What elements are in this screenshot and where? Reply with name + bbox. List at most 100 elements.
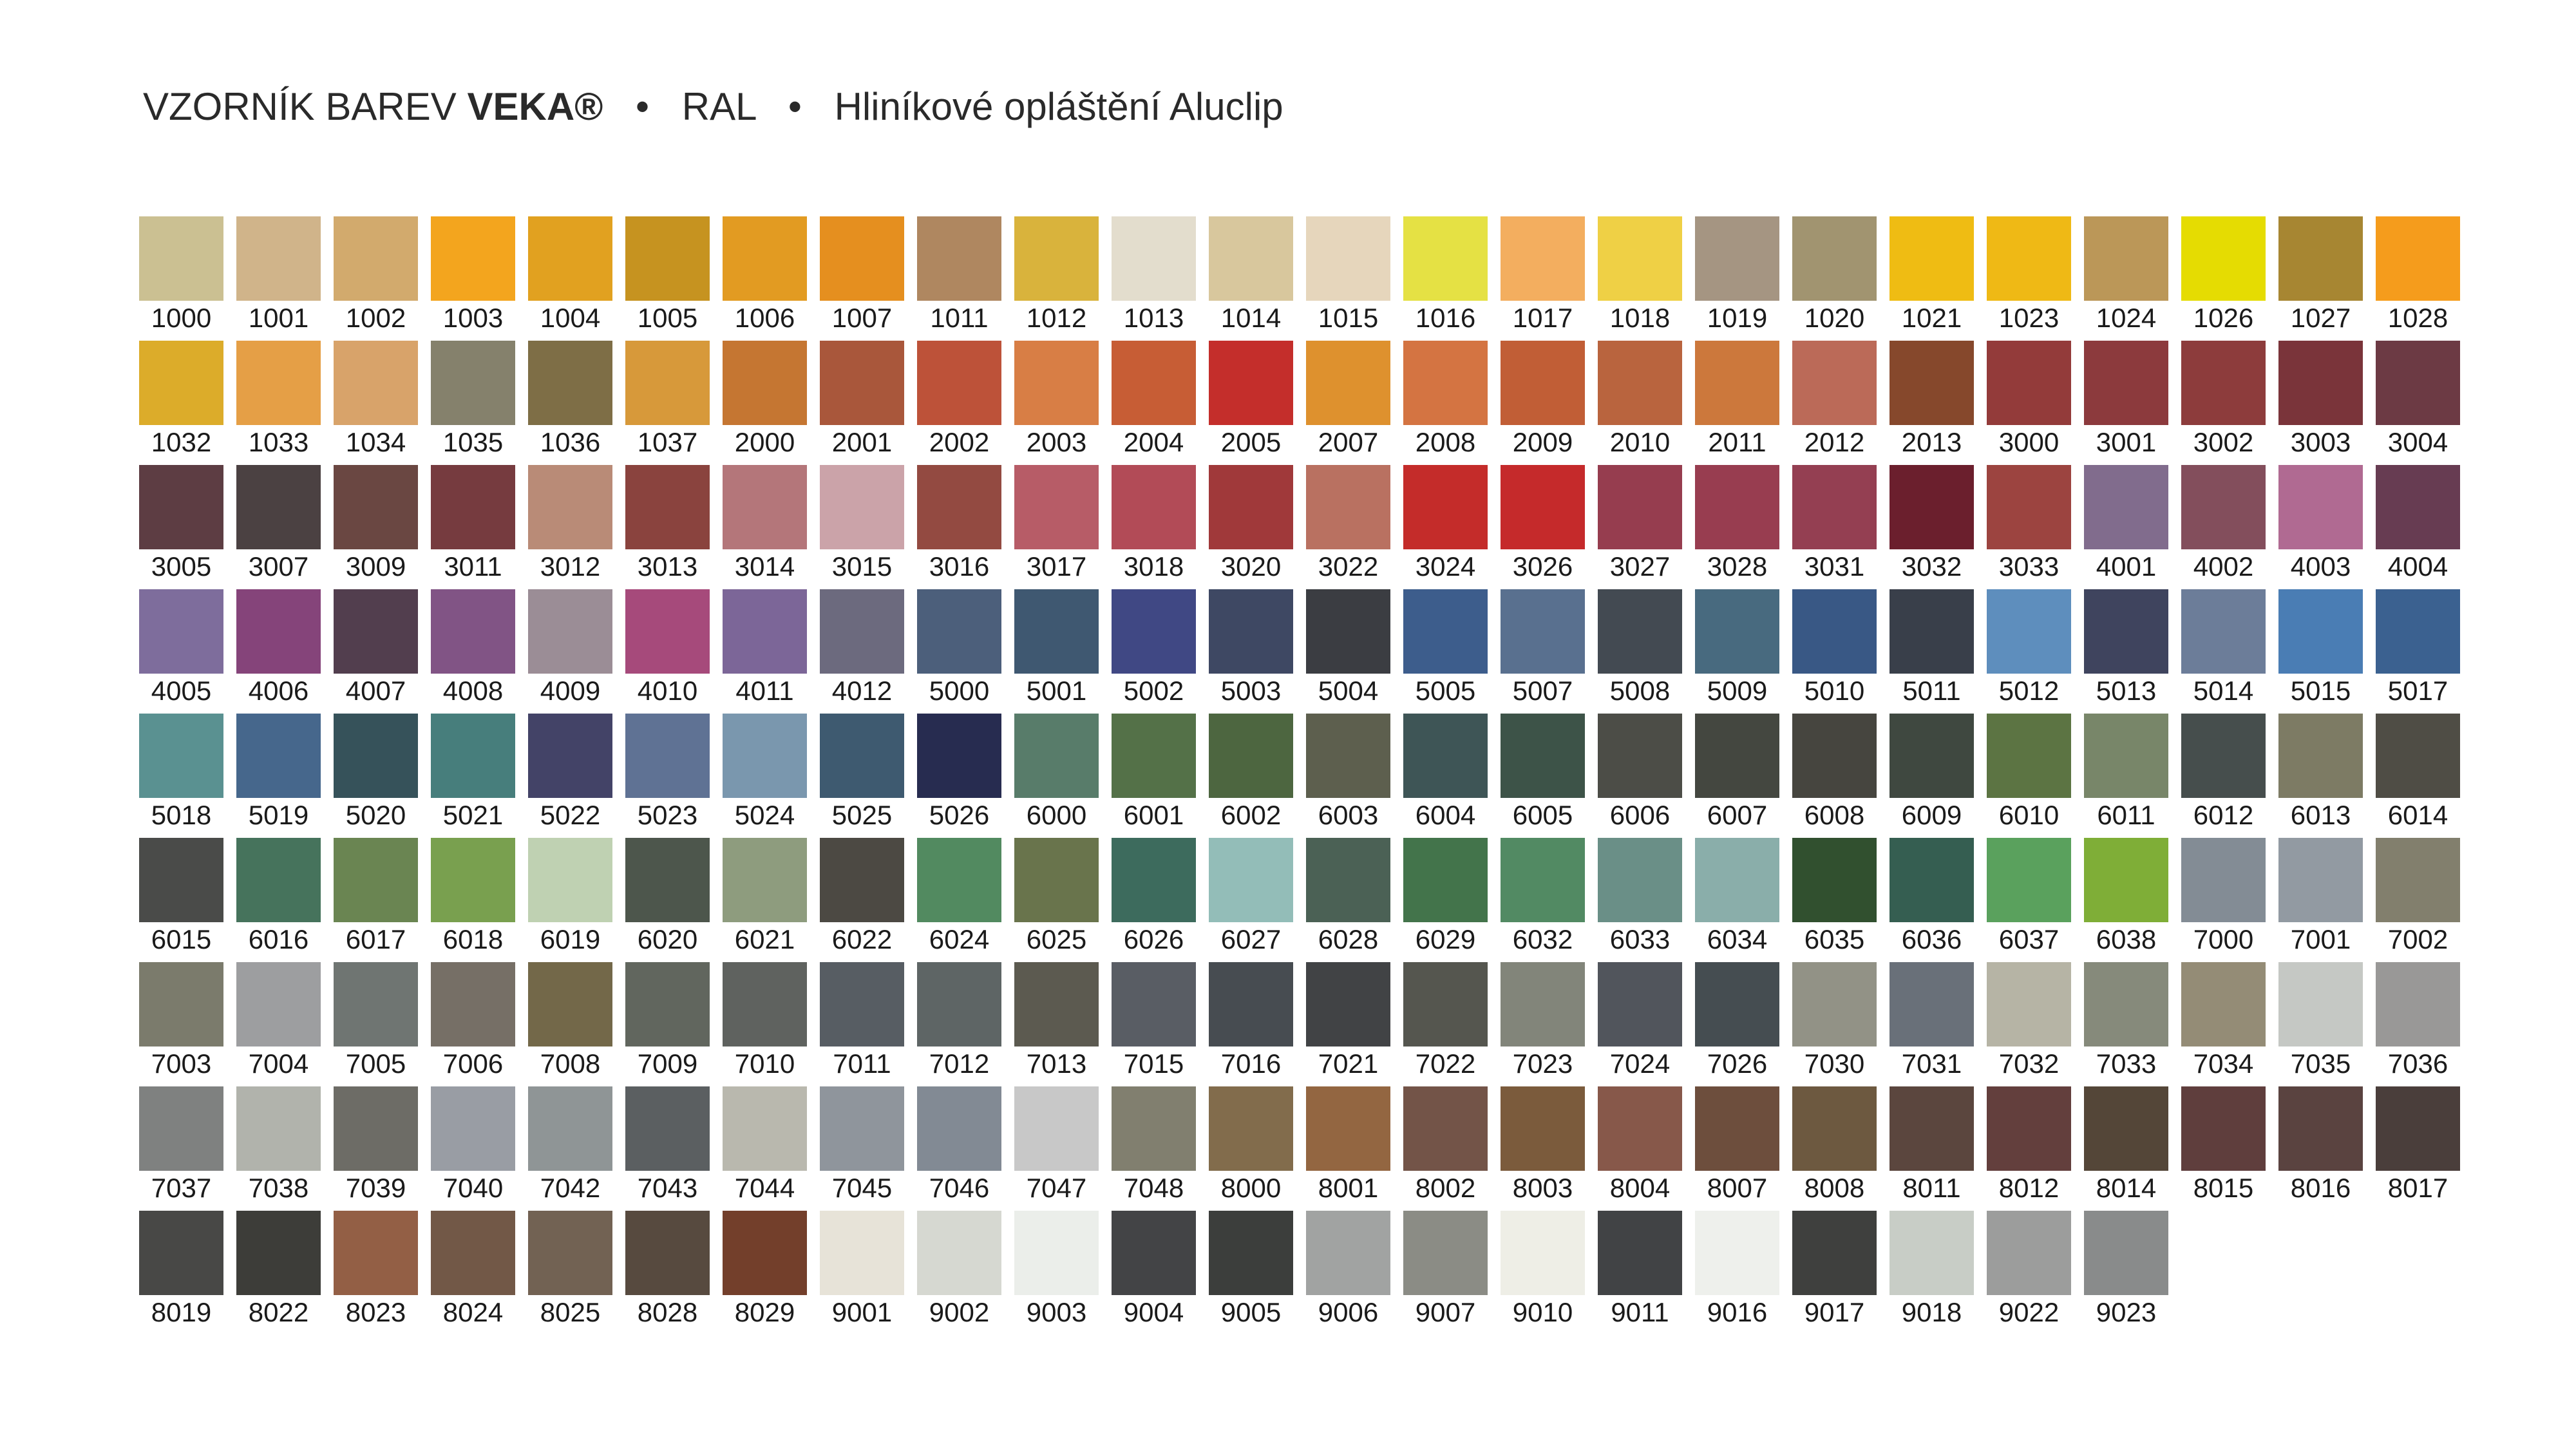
color-chip: 7000 bbox=[2181, 838, 2266, 962]
color-chip: 1032 bbox=[139, 341, 223, 465]
color-code: 1036 bbox=[540, 427, 601, 457]
color-chip: 5018 bbox=[139, 714, 223, 838]
color-code: 2009 bbox=[1512, 427, 1573, 457]
color-chip: 1000 bbox=[139, 216, 223, 341]
color-chip: 3003 bbox=[2278, 341, 2363, 465]
color-swatch bbox=[1014, 341, 1099, 425]
color-code: 1021 bbox=[1901, 303, 1962, 333]
color-chip: 7001 bbox=[2278, 838, 2363, 962]
color-code: 6018 bbox=[442, 924, 504, 954]
color-swatch bbox=[431, 714, 515, 798]
color-code: 8023 bbox=[345, 1297, 406, 1327]
color-swatch bbox=[1403, 1086, 1488, 1171]
color-swatch bbox=[2181, 465, 2266, 549]
color-code: 1024 bbox=[2096, 303, 2157, 333]
color-chip: 6021 bbox=[723, 838, 807, 962]
color-chip: 7002 bbox=[2376, 838, 2460, 962]
color-chip: 1007 bbox=[820, 216, 904, 341]
color-code: 3015 bbox=[831, 551, 893, 582]
color-chip: 2013 bbox=[1889, 341, 1974, 465]
color-chip: 3014 bbox=[723, 465, 807, 589]
color-chip: 5003 bbox=[1209, 589, 1293, 714]
color-swatch bbox=[723, 714, 807, 798]
color-chip: 4012 bbox=[820, 589, 904, 714]
color-code: 1035 bbox=[442, 427, 504, 457]
color-code: 1001 bbox=[248, 303, 309, 333]
color-swatch bbox=[1403, 838, 1488, 922]
color-code: 7002 bbox=[2387, 924, 2448, 954]
color-chip: 4010 bbox=[625, 589, 710, 714]
color-swatch bbox=[1403, 962, 1488, 1046]
color-code: 7022 bbox=[1415, 1048, 1476, 1079]
color-swatch bbox=[1987, 714, 2071, 798]
color-swatch bbox=[1403, 1211, 1488, 1295]
color-swatch bbox=[236, 341, 321, 425]
color-chip: 6006 bbox=[1598, 714, 1682, 838]
color-code: 6017 bbox=[345, 924, 406, 954]
color-code: 5022 bbox=[540, 800, 601, 830]
color-system: RAL bbox=[681, 85, 756, 128]
color-chip: 5013 bbox=[2084, 589, 2168, 714]
color-swatch bbox=[1987, 216, 2071, 301]
color-chip: 7015 bbox=[1112, 962, 1196, 1086]
color-code: 1013 bbox=[1123, 303, 1184, 333]
color-chip: 7005 bbox=[334, 962, 418, 1086]
color-chip: 8022 bbox=[236, 1211, 321, 1335]
color-chip: 7011 bbox=[820, 962, 904, 1086]
color-swatch bbox=[1987, 465, 2071, 549]
color-code: 1023 bbox=[1998, 303, 2060, 333]
color-chip: 8004 bbox=[1598, 1086, 1682, 1211]
color-chip: 4006 bbox=[236, 589, 321, 714]
color-swatch bbox=[1889, 1086, 1974, 1171]
color-chip: 7047 bbox=[1014, 1086, 1099, 1211]
color-chip: 9006 bbox=[1306, 1211, 1390, 1335]
color-code: 5025 bbox=[831, 800, 893, 830]
color-code: 2004 bbox=[1123, 427, 1184, 457]
color-code: 7023 bbox=[1512, 1048, 1573, 1079]
color-swatch bbox=[334, 714, 418, 798]
color-chip: 6012 bbox=[2181, 714, 2266, 838]
color-chip: 2003 bbox=[1014, 341, 1099, 465]
color-chip: 4005 bbox=[139, 589, 223, 714]
color-chip: 2000 bbox=[723, 341, 807, 465]
color-code: 2011 bbox=[1708, 427, 1766, 457]
color-swatch bbox=[139, 1211, 223, 1295]
color-chip: 6028 bbox=[1306, 838, 1390, 962]
color-chip: 7026 bbox=[1695, 962, 1779, 1086]
color-chip: 9005 bbox=[1209, 1211, 1293, 1335]
color-code: 7042 bbox=[540, 1173, 601, 1203]
color-swatch bbox=[1112, 216, 1196, 301]
color-code: 5012 bbox=[1998, 676, 2060, 706]
color-code: 3014 bbox=[734, 551, 795, 582]
product-name: Hliníkové opláštění Aluclip bbox=[834, 85, 1283, 128]
color-code: 9005 bbox=[1220, 1297, 1282, 1327]
color-chip: 4007 bbox=[334, 589, 418, 714]
color-swatch bbox=[917, 341, 1001, 425]
color-swatch bbox=[1598, 341, 1682, 425]
color-swatch bbox=[431, 589, 515, 674]
color-swatch bbox=[528, 341, 612, 425]
color-chip: 1015 bbox=[1306, 216, 1390, 341]
color-code: 5020 bbox=[345, 800, 406, 830]
color-chip: 3004 bbox=[2376, 341, 2460, 465]
color-code: 9002 bbox=[929, 1297, 990, 1327]
color-code: 5002 bbox=[1123, 676, 1184, 706]
color-code: 8017 bbox=[2387, 1173, 2448, 1203]
color-chip: 7013 bbox=[1014, 962, 1099, 1086]
color-swatch bbox=[2181, 341, 2266, 425]
color-code: 9011 bbox=[1611, 1297, 1669, 1327]
page-title: VZORNÍK BAREV VEKA® • RAL • Hliníkové op… bbox=[143, 84, 1283, 130]
color-code: 8011 bbox=[1902, 1173, 1961, 1203]
color-swatch bbox=[1792, 589, 1877, 674]
color-chip: 5025 bbox=[820, 714, 904, 838]
color-code: 7006 bbox=[442, 1048, 504, 1079]
color-chip: 7003 bbox=[139, 962, 223, 1086]
color-swatch bbox=[723, 216, 807, 301]
color-code: 3011 bbox=[444, 551, 502, 582]
color-code: 1012 bbox=[1026, 303, 1087, 333]
color-code: 1016 bbox=[1415, 303, 1476, 333]
color-chip: 7040 bbox=[431, 1086, 515, 1211]
color-code: 3033 bbox=[1998, 551, 2060, 582]
color-chip: 8016 bbox=[2278, 1086, 2363, 1211]
color-code: 5008 bbox=[1609, 676, 1671, 706]
